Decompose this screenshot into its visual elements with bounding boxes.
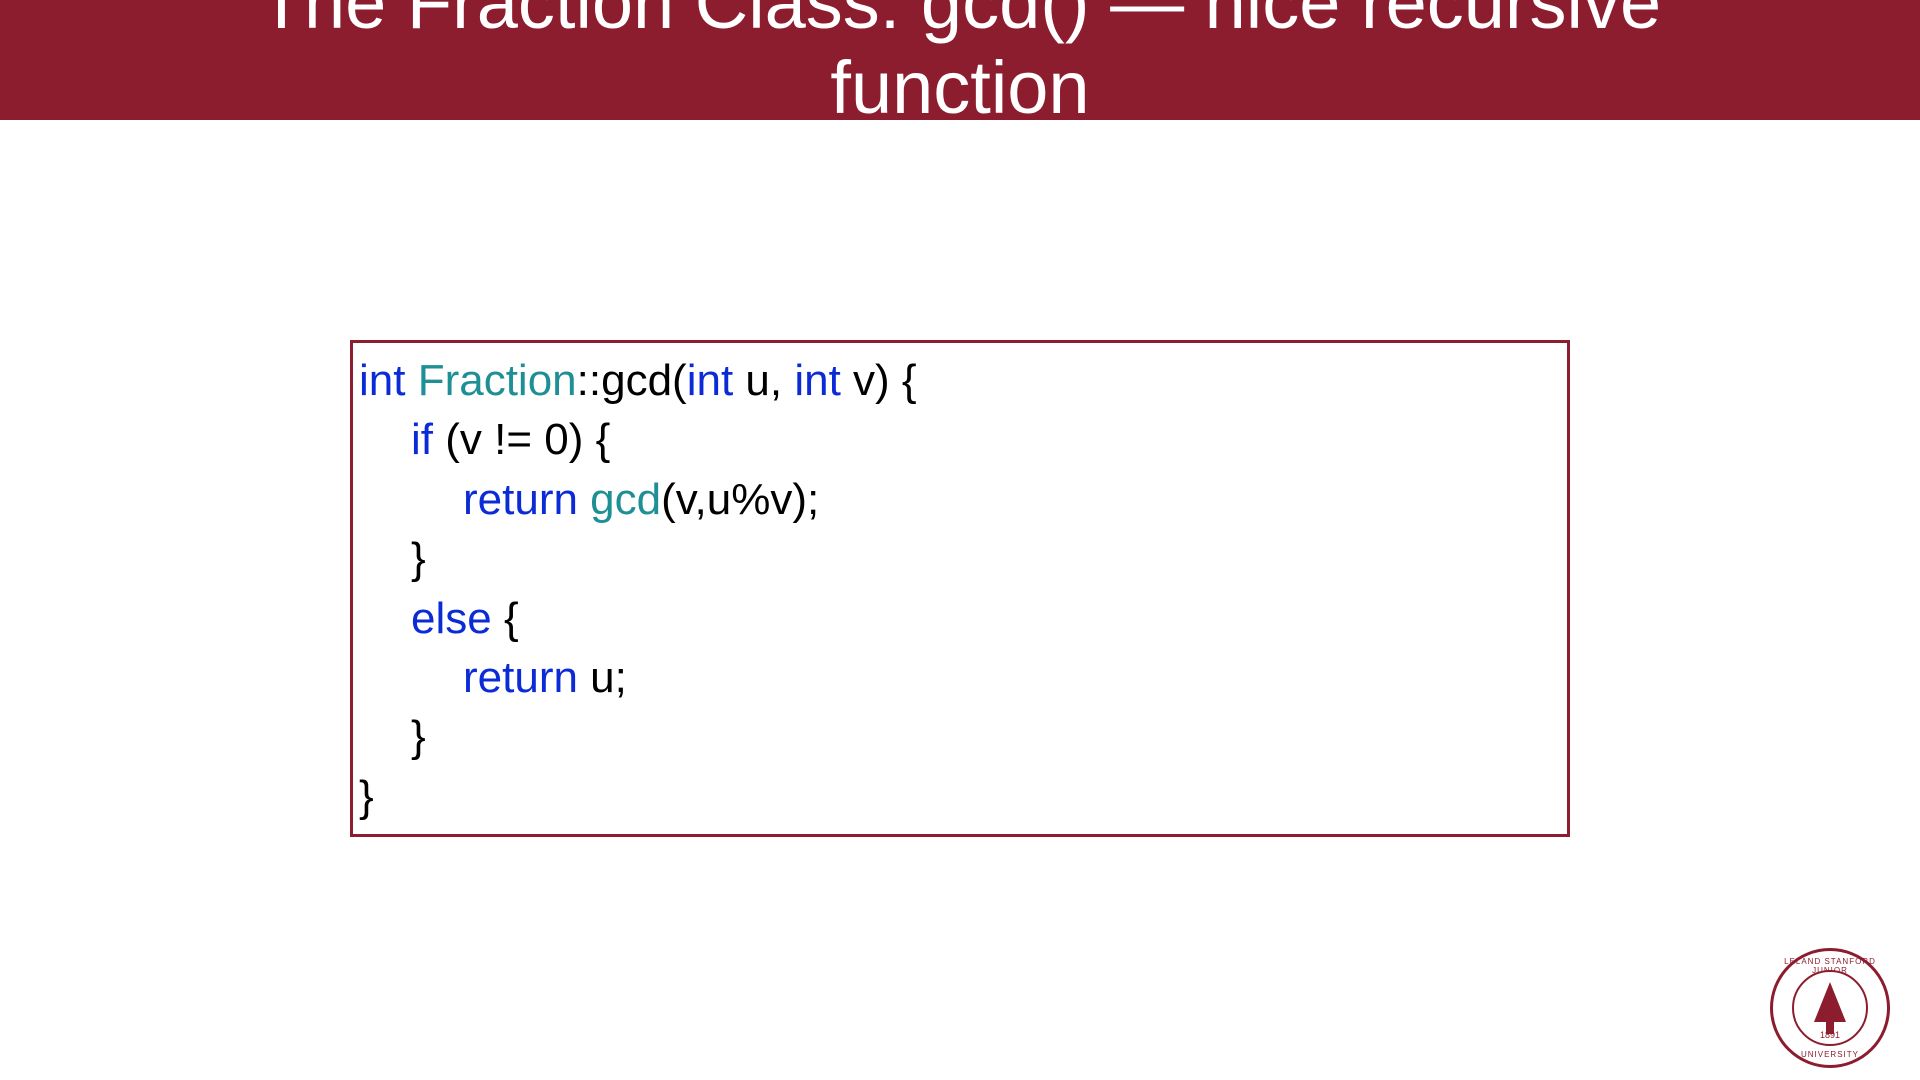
code-line-5: else { [359,589,1557,648]
slide-body: int Fraction::gcd(int u, int v) { if (v … [350,340,1570,837]
seal-text-bottom: UNIVERSITY [1773,1050,1887,1059]
code-block: int Fraction::gcd(int u, int v) { if (v … [350,340,1570,837]
seal-year: 1891 [1820,1030,1840,1040]
code-line-6: return u; [359,648,1557,707]
tree-icon [1814,982,1846,1022]
code-line-4: } [359,529,1557,588]
code-line-3: return gcd(v,u%v); [359,470,1557,529]
code-line-1: int Fraction::gcd(int u, int v) { [359,351,1557,410]
title-line1: The Fraction Class: gcd() — nice recursi… [259,0,1661,44]
code-line-8: } [359,767,1557,826]
code-line-2: if (v != 0) { [359,410,1557,469]
stanford-seal-icon: LELAND STANFORD JUNIOR 1891 UNIVERSITY [1770,948,1890,1068]
slide-header: The Fraction Class: gcd() — nice recursi… [0,0,1920,120]
slide-title: The Fraction Class: gcd() — nice recursi… [259,0,1661,130]
code-line-7: } [359,707,1557,766]
title-line2: function [259,45,1661,130]
